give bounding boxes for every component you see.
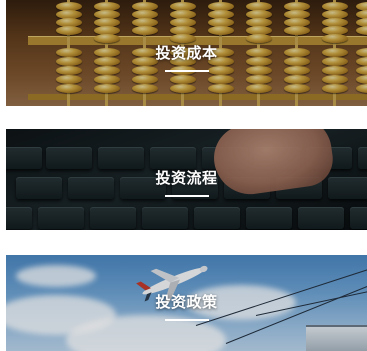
card-investment-cost[interactable]: 投资成本 [6,0,367,106]
card-investment-process[interactable]: 投资流程 [6,129,367,230]
title-underline [164,319,209,321]
card-investment-policy[interactable]: 投资政策 [6,255,367,351]
title-underline [164,195,209,197]
title-underline [164,70,209,72]
card-title: 投资政策 [155,293,218,311]
card-title: 投资流程 [155,169,218,187]
card-title: 投资成本 [155,44,218,62]
